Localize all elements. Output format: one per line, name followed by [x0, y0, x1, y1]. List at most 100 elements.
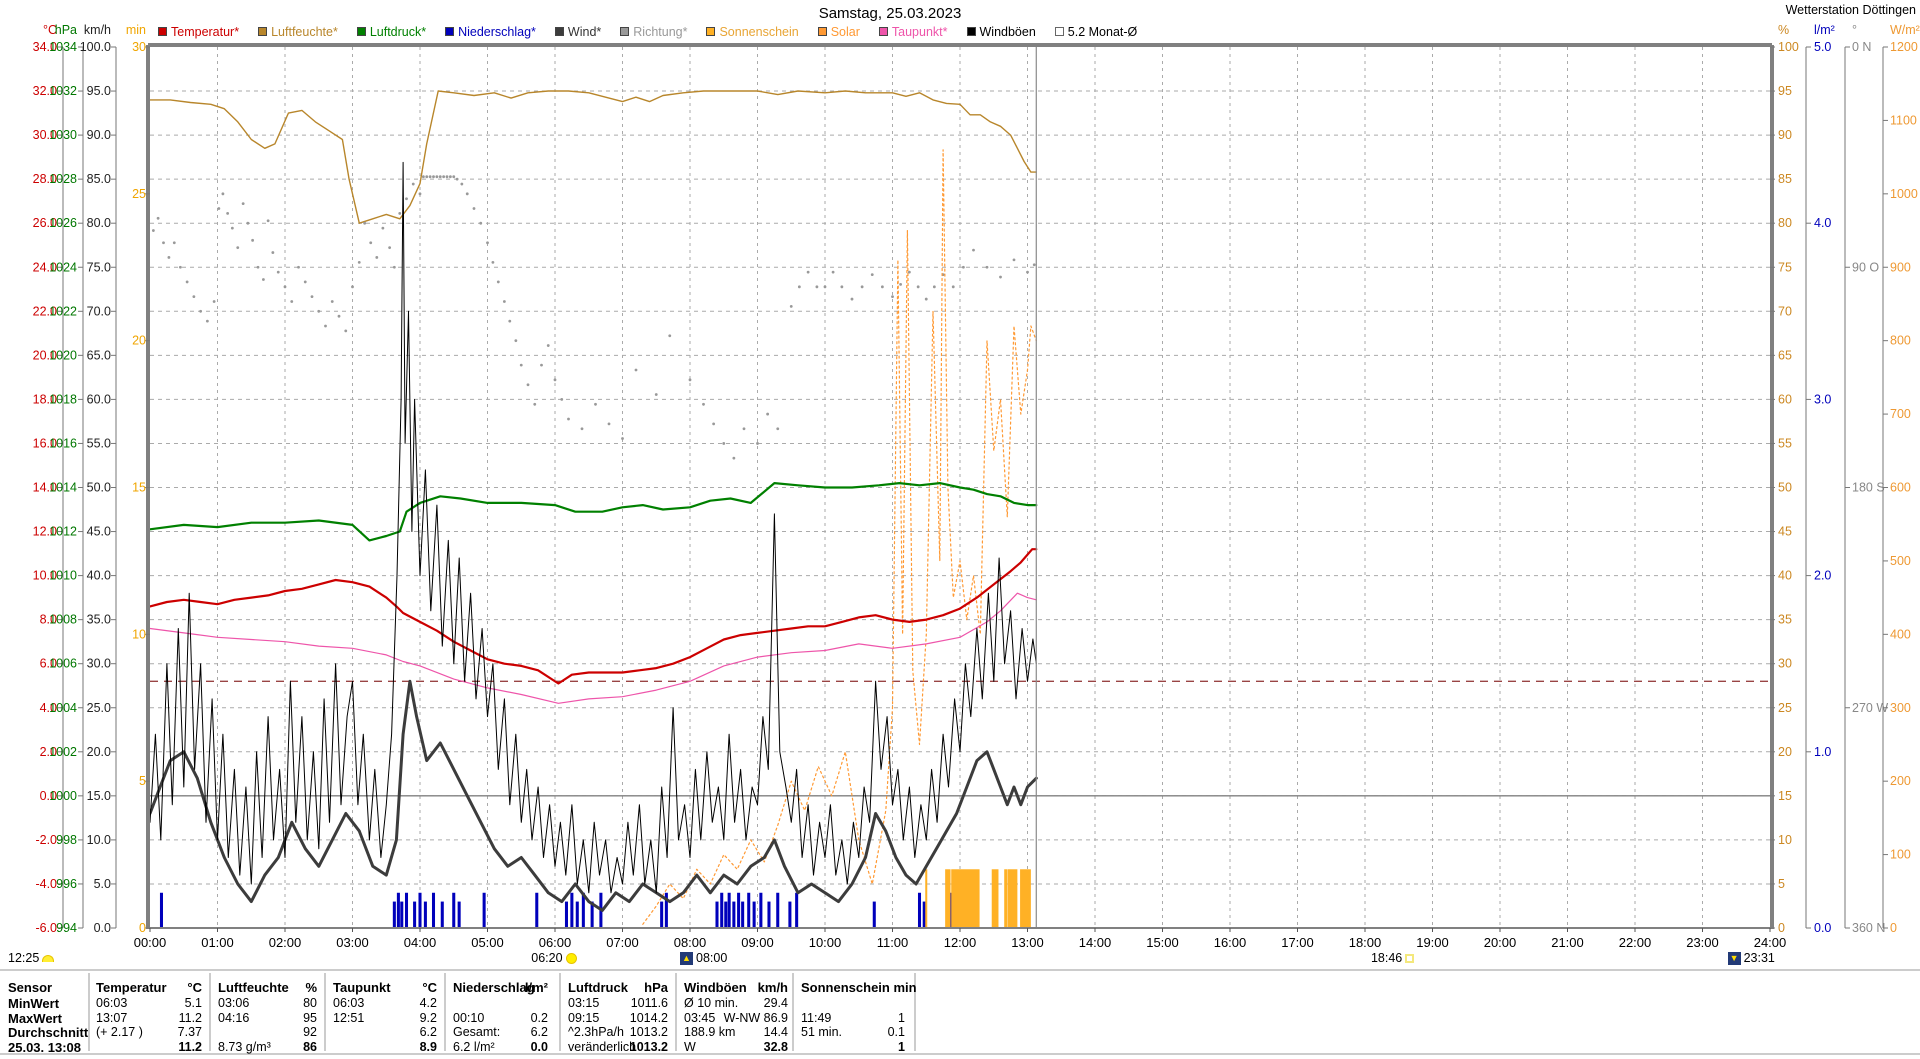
svg-text:00:00: 00:00 — [134, 935, 167, 950]
sunrise-icon — [566, 953, 577, 964]
svg-text:W/m²: W/m² — [1890, 23, 1920, 37]
svg-text:1030: 1030 — [49, 128, 77, 142]
svg-text:15: 15 — [132, 481, 146, 495]
axis-hpa: hPa1034103210301028102610241022102010181… — [49, 23, 83, 935]
svg-text:%: % — [1778, 23, 1789, 37]
svg-text:85: 85 — [1778, 172, 1792, 186]
axis-w-m: W/m²120011001000900800700600500400300200… — [1883, 23, 1920, 935]
series-taupunkt — [150, 593, 1036, 703]
series-sonnenschein — [925, 869, 1031, 928]
svg-text:35.0: 35.0 — [87, 613, 111, 627]
axis-l-m: l/m²5.04.03.02.01.00.0 — [1806, 23, 1835, 935]
svg-text:1002: 1002 — [49, 745, 77, 759]
svg-text:900: 900 — [1890, 260, 1911, 274]
svg-text:20:00: 20:00 — [1484, 935, 1517, 950]
svg-text:07:00: 07:00 — [606, 935, 639, 950]
svg-text:996: 996 — [56, 877, 77, 891]
svg-text:60: 60 — [1778, 392, 1792, 406]
svg-text:1028: 1028 — [49, 172, 77, 186]
svg-text:1006: 1006 — [49, 657, 77, 671]
svg-text:100: 100 — [1778, 40, 1799, 54]
svg-text:19:00: 19:00 — [1416, 935, 1449, 950]
svg-text:12:00: 12:00 — [944, 935, 977, 950]
svg-text:1024: 1024 — [49, 260, 77, 274]
svg-text:0: 0 — [1890, 921, 1897, 935]
svg-text:400: 400 — [1890, 627, 1911, 641]
solar-noon-icon — [42, 955, 54, 962]
svg-text:998: 998 — [56, 833, 77, 847]
series-solar — [643, 150, 1037, 925]
svg-text:360 N: 360 N — [1852, 921, 1885, 935]
svg-text:02:00: 02:00 — [269, 935, 302, 950]
sunrise-time: 06:20 — [531, 951, 562, 965]
svg-text:1026: 1026 — [49, 216, 77, 230]
svg-text:1012: 1012 — [49, 525, 77, 539]
svg-text:1016: 1016 — [49, 436, 77, 450]
svg-text:08:00: 08:00 — [674, 935, 707, 950]
moonrise-time: 08:00 — [696, 951, 727, 965]
svg-text:45.0: 45.0 — [87, 525, 111, 539]
svg-text:-6.0: -6.0 — [35, 921, 57, 935]
svg-text:10.0: 10.0 — [87, 833, 111, 847]
svg-text:85.0: 85.0 — [87, 172, 111, 186]
svg-text:20: 20 — [1778, 745, 1792, 759]
svg-text:22:00: 22:00 — [1619, 935, 1652, 950]
svg-text:40: 40 — [1778, 569, 1792, 583]
svg-text:l/m²: l/m² — [1814, 23, 1835, 37]
svg-text:1020: 1020 — [49, 348, 77, 362]
moonrise-icon: ▲ — [680, 952, 693, 965]
svg-text:300: 300 — [1890, 701, 1911, 715]
svg-text:25.0: 25.0 — [87, 701, 111, 715]
svg-text:75: 75 — [1778, 260, 1792, 274]
svg-text:11:00: 11:00 — [877, 935, 909, 950]
svg-text:4.0: 4.0 — [1814, 216, 1831, 230]
svg-text:15:00: 15:00 — [1146, 935, 1179, 950]
svg-text:0 N: 0 N — [1852, 40, 1871, 54]
svg-text:min: min — [126, 23, 146, 37]
svg-text:18:00: 18:00 — [1349, 935, 1382, 950]
svg-text:21:00: 21:00 — [1551, 935, 1584, 950]
table-frame — [0, 970, 1920, 1054]
svg-text:90: 90 — [1778, 128, 1792, 142]
svg-text:20: 20 — [132, 334, 146, 348]
svg-text:5: 5 — [139, 774, 146, 788]
svg-text:hPa: hPa — [55, 23, 77, 37]
svg-text:30.0: 30.0 — [87, 657, 111, 671]
svg-text:65.0: 65.0 — [87, 348, 111, 362]
svg-text:50: 50 — [1778, 481, 1792, 495]
svg-text:600: 600 — [1890, 481, 1911, 495]
svg-text:90 O: 90 O — [1852, 260, 1879, 274]
svg-text:35: 35 — [1778, 613, 1792, 627]
svg-text:24:00: 24:00 — [1754, 935, 1787, 950]
svg-text:75.0: 75.0 — [87, 260, 111, 274]
svg-text:05:00: 05:00 — [471, 935, 504, 950]
sunset-icon — [1405, 954, 1414, 963]
weather-chart: °C34.032.030.028.026.024.022.020.018.016… — [0, 0, 1920, 1059]
svg-text:1032: 1032 — [49, 84, 77, 98]
svg-text:55: 55 — [1778, 436, 1792, 450]
svg-text:10: 10 — [132, 627, 146, 641]
svg-text:1004: 1004 — [49, 701, 77, 715]
svg-text:0.0: 0.0 — [1814, 921, 1831, 935]
moonrise-marker: ▲08:00 — [680, 951, 727, 965]
svg-text:06:00: 06:00 — [539, 935, 572, 950]
svg-text:1.0: 1.0 — [1814, 745, 1831, 759]
svg-text:17:00: 17:00 — [1281, 935, 1314, 950]
svg-text:0: 0 — [139, 921, 146, 935]
svg-text:-2.0: -2.0 — [35, 833, 57, 847]
svg-text:100: 100 — [1890, 848, 1911, 862]
time-axis: 00:0001:0002:0003:0004:0005:0006:0007:00… — [134, 928, 1787, 950]
svg-text:1010: 1010 — [49, 569, 77, 583]
series-luftfeuchte — [150, 91, 1036, 223]
svg-text:700: 700 — [1890, 407, 1911, 421]
svg-text:5: 5 — [1778, 877, 1785, 891]
svg-text:25: 25 — [1778, 701, 1792, 715]
svg-text:55.0: 55.0 — [87, 436, 111, 450]
svg-text:1100: 1100 — [1890, 113, 1917, 127]
svg-text:30: 30 — [1778, 657, 1792, 671]
svg-text:20.0: 20.0 — [87, 745, 111, 759]
svg-text:04:00: 04:00 — [404, 935, 437, 950]
svg-text:1014: 1014 — [49, 481, 77, 495]
svg-text:3.0: 3.0 — [1814, 392, 1831, 406]
svg-text:80: 80 — [1778, 216, 1792, 230]
